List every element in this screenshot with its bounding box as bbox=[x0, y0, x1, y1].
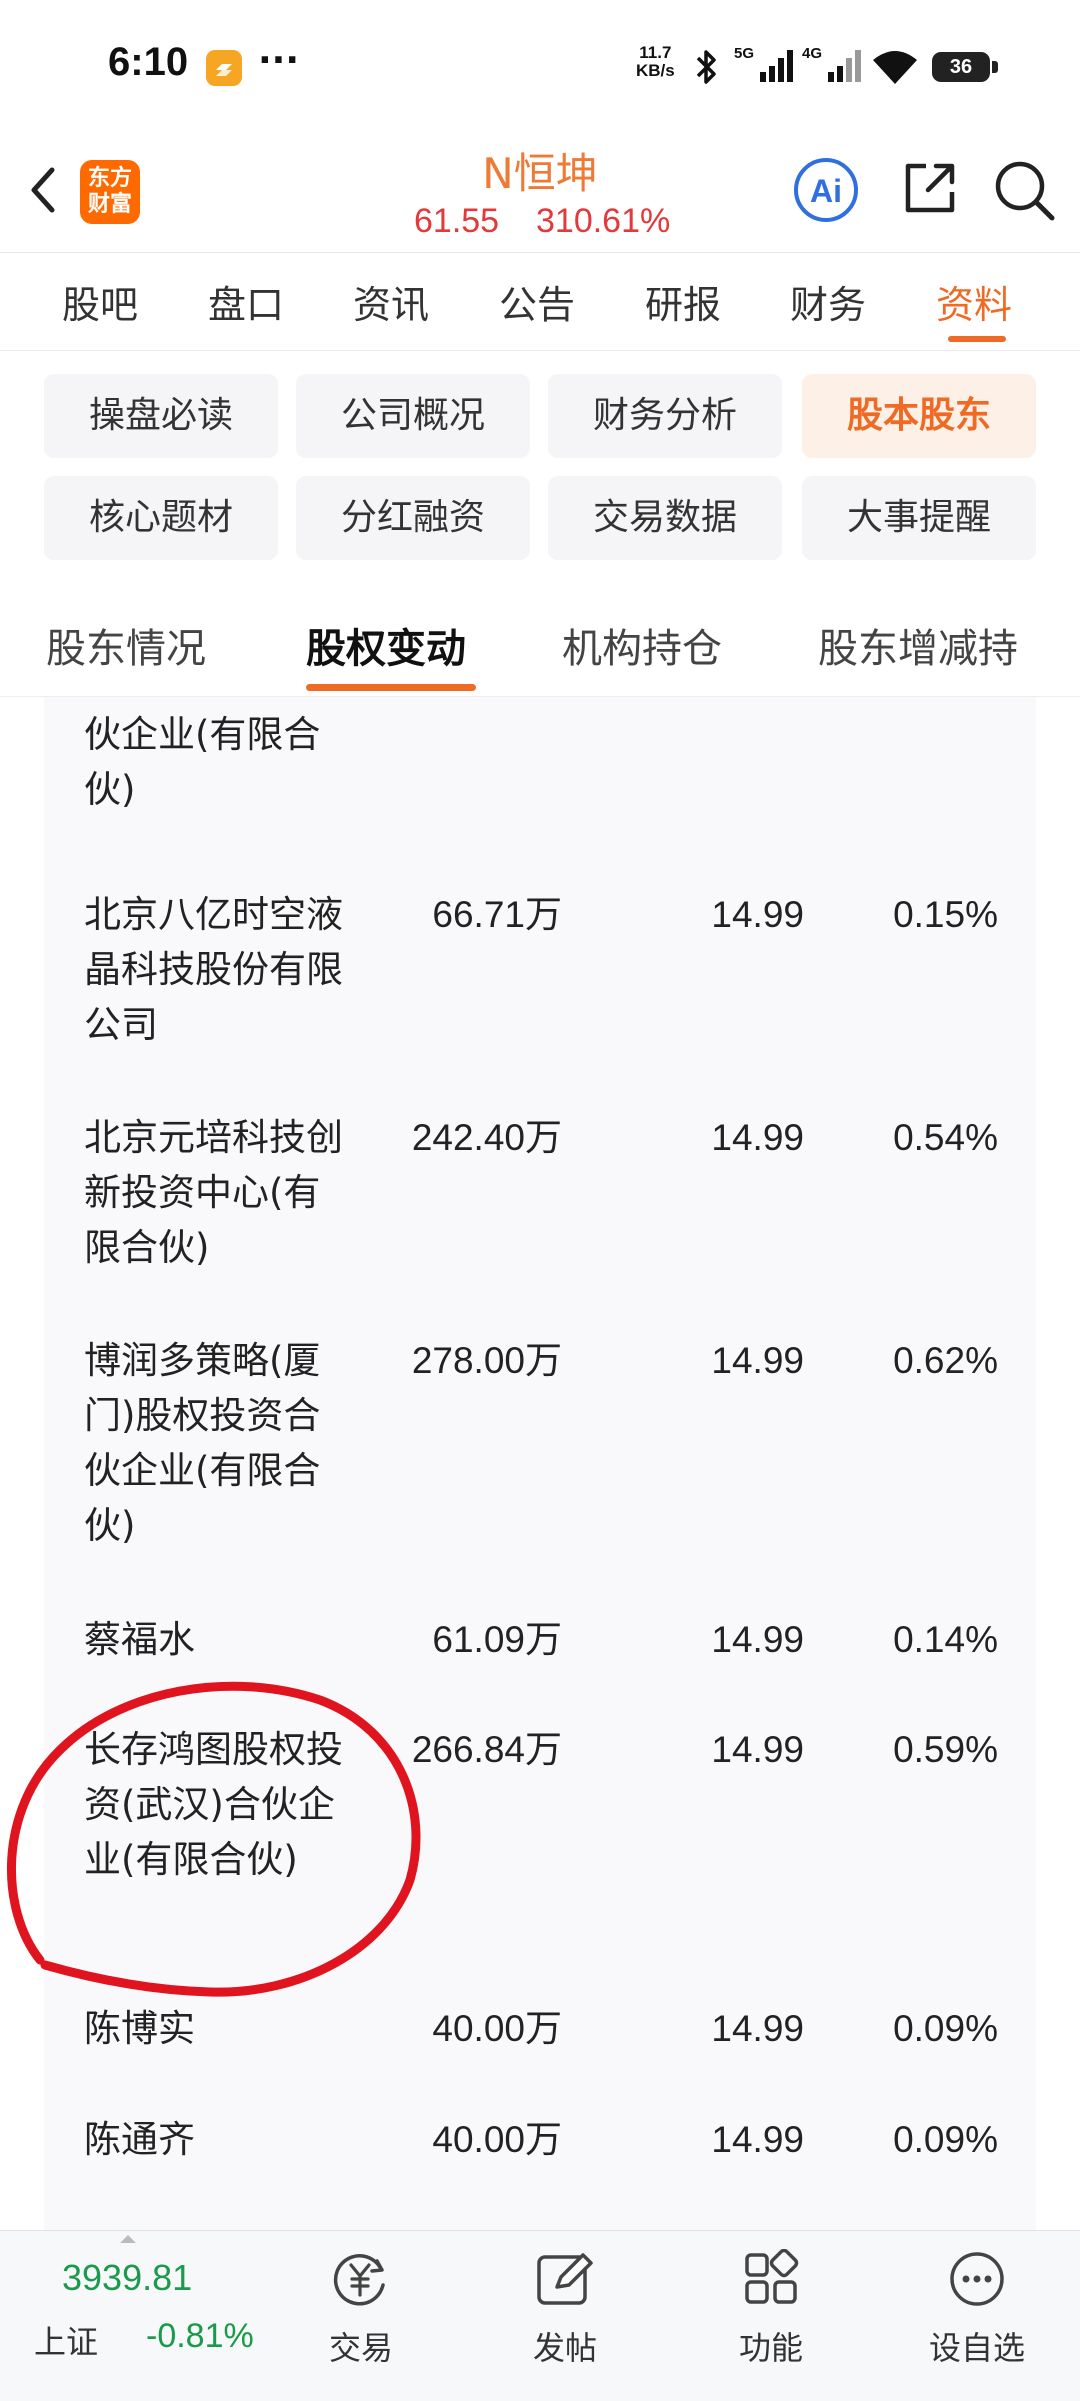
wifi-icon bbox=[873, 51, 917, 84]
subtab-shares-shareholders[interactable]: 股本股东 bbox=[802, 374, 1036, 458]
nav-functions[interactable]: 功能 bbox=[696, 2249, 846, 2369]
notification-app-icon bbox=[206, 50, 242, 86]
nav-set-watchlist-label: 设自选 bbox=[928, 2329, 1025, 2367]
holder-ratio: 0.59% bbox=[893, 1729, 998, 1770]
logo-line-1: 东方 bbox=[87, 166, 132, 191]
holder-ratio: 0.09% bbox=[893, 2119, 998, 2160]
index-caret-icon[interactable] bbox=[120, 2235, 136, 2243]
stock-price: 61.55 bbox=[414, 202, 500, 240]
nav-post-label: 发帖 bbox=[532, 2329, 597, 2367]
nav-functions-label: 功能 bbox=[738, 2329, 803, 2367]
logo-line-2: 财富 bbox=[87, 192, 132, 217]
subtab-dividends-financing[interactable]: 分红融资 bbox=[296, 476, 530, 560]
holder-ratio: 0.54% bbox=[893, 1117, 998, 1158]
trade-icon bbox=[333, 2254, 385, 2306]
holder-shares: 278.00万 bbox=[411, 1340, 562, 1381]
back-arrow-icon[interactable] bbox=[18, 160, 68, 220]
subtab-financial-analysis[interactable]: 财务分析 bbox=[548, 374, 782, 458]
holder-shares: 61.09万 bbox=[432, 1619, 562, 1660]
search-icon[interactable] bbox=[990, 156, 1058, 224]
index-name[interactable]: 上证 bbox=[34, 2317, 98, 2363]
share-icon[interactable] bbox=[898, 156, 962, 220]
holder-shares: 40.00万 bbox=[432, 2119, 562, 2160]
battery-level: 36 bbox=[949, 56, 973, 78]
equity-change-list[interactable]: 投东应策基业合伙企业(有限合伙) 北京八亿时空液晶科技股份有限公司 66.71万… bbox=[44, 697, 1036, 2230]
battery-tip bbox=[992, 61, 998, 73]
subtab-core-themes[interactable]: 核心题材 bbox=[44, 476, 278, 560]
network-speed-unit: KB/s bbox=[636, 61, 675, 80]
ai-assistant-icon[interactable]: Ai bbox=[792, 156, 860, 224]
tab-finance[interactable]: 财务 bbox=[790, 274, 866, 329]
subtab-company-overview[interactable]: 公司概况 bbox=[296, 374, 530, 458]
holder-price: 14.99 bbox=[711, 894, 804, 935]
signal-5g-label: 5G bbox=[734, 45, 754, 62]
signal-4g-icon: 4G bbox=[802, 45, 861, 82]
holder-ratio: 0.62% bbox=[893, 1340, 998, 1381]
holder-price: 14.99 bbox=[711, 1619, 804, 1660]
tab-pankou[interactable]: 盘口 bbox=[208, 274, 284, 329]
active-section-indicator bbox=[306, 684, 476, 691]
battery-icon: 36 bbox=[932, 52, 990, 82]
bluetooth-icon bbox=[696, 50, 716, 84]
nav-post[interactable]: 发帖 bbox=[490, 2249, 640, 2369]
tab-announcements[interactable]: 公告 bbox=[499, 274, 575, 329]
subtab-trading-guide[interactable]: 操盘必读 bbox=[44, 374, 278, 458]
holder-name: 投东应策基业合伙企业(有限合伙) bbox=[84, 697, 343, 811]
status-time: 6:10 bbox=[108, 40, 189, 84]
stock-name: N恒坤 bbox=[482, 149, 598, 198]
tab-news[interactable]: 资讯 bbox=[353, 274, 429, 329]
main-tabs: 股吧 盘口 资讯 公告 研报 财务 资料 bbox=[0, 252, 1080, 351]
signal-5g-icon: 5G bbox=[734, 45, 793, 82]
more-options-icon bbox=[950, 2252, 1004, 2306]
tab-profile[interactable]: 资料 bbox=[936, 274, 1012, 329]
holder-ratio: 0.14% bbox=[893, 1619, 998, 1660]
index-change[interactable]: -0.81% bbox=[146, 2317, 254, 2356]
grid-apps-icon bbox=[745, 2249, 799, 2304]
section-tab-shareholders[interactable]: 股东情况 bbox=[46, 616, 206, 674]
holder-price: 14.99 bbox=[711, 1117, 804, 1158]
stock-header: 东方 财富 N恒坤 61.55 310.61% Ai bbox=[0, 130, 1080, 253]
subtab-trading-data[interactable]: 交易数据 bbox=[548, 476, 782, 560]
section-tab-equity-changes[interactable]: 股权变动 bbox=[306, 616, 466, 674]
holder-price: 14.99 bbox=[711, 2119, 804, 2160]
holder-shares: 266.84万 bbox=[411, 1729, 562, 1770]
nav-trade-label: 交易 bbox=[328, 2329, 393, 2367]
holder-ratio: 0.09% bbox=[893, 2008, 998, 2049]
signal-4g-label: 4G bbox=[802, 45, 822, 62]
eastmoney-logo[interactable]: 东方 财富 bbox=[80, 160, 140, 224]
subtab-events-reminder[interactable]: 大事提醒 bbox=[802, 476, 1036, 560]
ai-label: Ai bbox=[810, 173, 842, 209]
active-tab-indicator bbox=[948, 336, 1006, 342]
more-notifications-icon: ··· bbox=[258, 40, 300, 81]
network-speed: 11.7 KB/s bbox=[636, 44, 675, 80]
index-value[interactable]: 3939.81 bbox=[62, 2257, 192, 2299]
holder-shares: 242.40万 bbox=[411, 1117, 562, 1158]
status-bar: 6:10 ··· 11.7 KB/s 5G 4G 36 bbox=[0, 0, 1080, 130]
network-speed-value: 11.7 bbox=[639, 43, 672, 62]
holder-price: 14.99 bbox=[711, 1729, 804, 1770]
section-tabs: 股东情况 股权变动 机构持仓 股东增减持 bbox=[0, 592, 1080, 697]
holder-ratio: 0.15% bbox=[893, 894, 998, 935]
nav-trade[interactable]: 交易 bbox=[286, 2249, 436, 2369]
compose-icon bbox=[537, 2253, 593, 2305]
holder-price: 14.99 bbox=[711, 1340, 804, 1381]
bottom-nav-bar: 3939.81 上证 -0.81% 交易 发帖 功能 设自选 bbox=[0, 2230, 1080, 2401]
section-tab-institutional-holdings[interactable]: 机构持仓 bbox=[562, 616, 722, 674]
holder-shares: 66.71万 bbox=[432, 894, 562, 935]
nav-set-watchlist[interactable]: 设自选 bbox=[902, 2249, 1052, 2369]
stock-change-percent: 310.61% bbox=[536, 202, 671, 240]
holder-shares: 40.00万 bbox=[432, 2008, 562, 2049]
tab-guba[interactable]: 股吧 bbox=[62, 274, 138, 329]
holder-price: 14.99 bbox=[711, 2008, 804, 2049]
section-tab-holding-changes[interactable]: 股东增减持 bbox=[818, 616, 1018, 674]
tab-research[interactable]: 研报 bbox=[645, 274, 721, 329]
